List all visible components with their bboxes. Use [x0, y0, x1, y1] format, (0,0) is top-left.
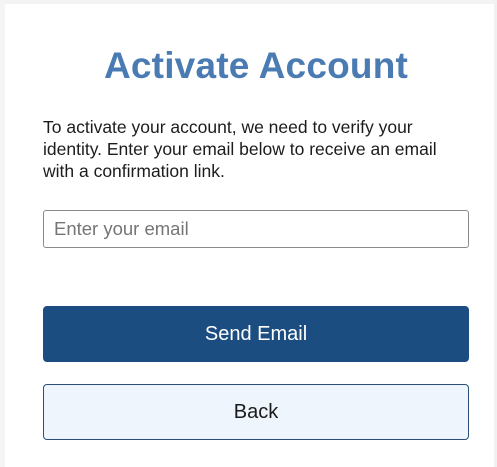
instructions-text: To activate your account, we need to ver…: [43, 117, 437, 181]
top-edge-divider: [0, 0, 497, 4]
page-title: Activate Account: [103, 45, 409, 86]
back-button[interactable]: Back: [43, 384, 469, 440]
activate-account-panel: Activate Account To activate your accoun…: [0, 0, 497, 467]
left-edge-divider: [0, 0, 5, 467]
send-email-button[interactable]: Send Email: [43, 306, 469, 362]
email-field[interactable]: [43, 210, 469, 248]
